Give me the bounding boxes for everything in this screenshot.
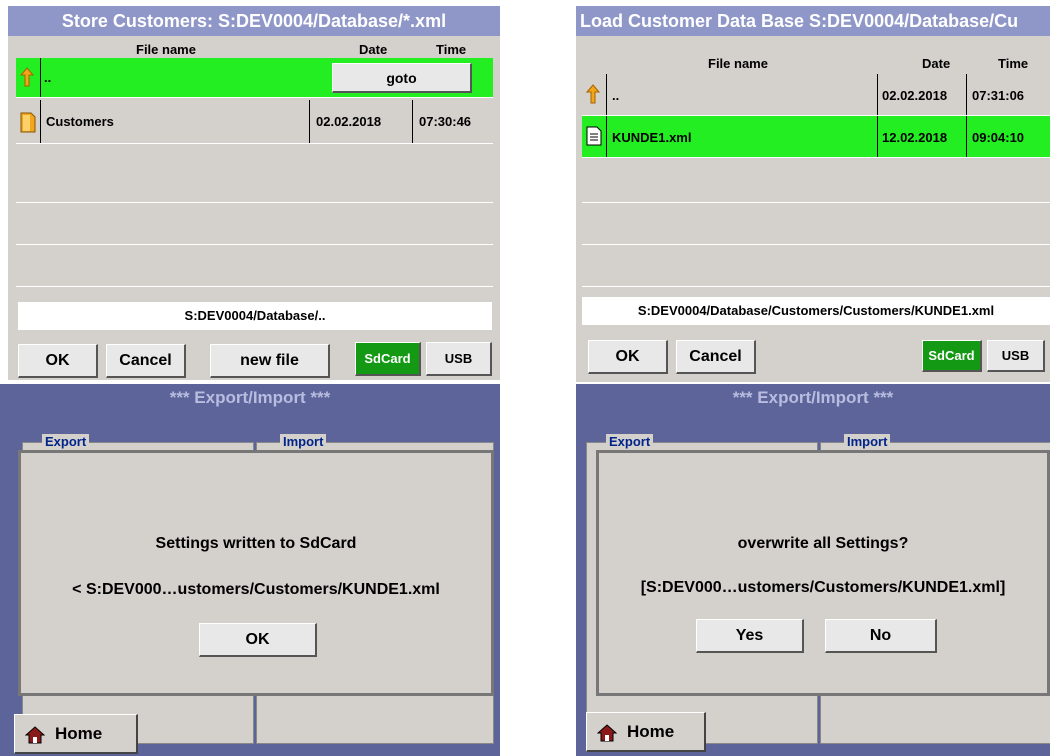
dialog-message: Settings written to SdCard <box>155 535 357 552</box>
file-row-parent[interactable]: .. 02.02.2018 07:31:06 <box>582 74 1050 116</box>
file-row-parent[interactable]: .. goto <box>16 58 493 98</box>
export-group-label: Export <box>42 434 90 449</box>
export-import-title: *** Export/Import *** <box>169 388 331 407</box>
col-header-date[interactable]: Date <box>359 42 387 57</box>
usb-button[interactable]: USB <box>987 340 1045 372</box>
col-header-time[interactable]: Time <box>436 42 466 57</box>
home-label: Home <box>55 724 103 743</box>
ok-button[interactable]: OK <box>588 340 668 374</box>
file-time: 09:04:10 <box>972 130 1025 145</box>
file-date: 02.02.2018 <box>882 88 948 103</box>
dialog-message: overwrite all Settings? <box>737 535 909 552</box>
export-import-panel-left: *** Export/Import *** Export Import Sett… <box>0 384 500 756</box>
up-arrow-icon <box>586 84 600 104</box>
col-header-date[interactable]: Date <box>922 56 950 71</box>
export-import-title: *** Export/Import *** <box>732 388 894 407</box>
file-name: Customers <box>46 114 114 129</box>
confirm-dialog: overwrite all Settings? [S:DEV000…ustome… <box>596 450 1050 696</box>
dialog-ok-button[interactable]: OK <box>199 623 317 657</box>
store-customers-panel: Store Customers: S:DEV0004/Database/*.xm… <box>8 6 500 380</box>
file-date: 02.02.2018 <box>316 114 382 129</box>
load-title: Load Customer Data Base S:DEV0004/Databa… <box>576 6 1050 36</box>
col-header-file[interactable]: File name <box>136 42 196 57</box>
import-group-label: Import <box>844 434 891 449</box>
export-group-label: Export <box>606 434 654 449</box>
cancel-button[interactable]: Cancel <box>106 344 186 378</box>
file-row-kunde1[interactable]: KUNDE1.xml 12.02.2018 09:04:10 <box>582 116 1050 158</box>
file-time: 07:30:46 <box>419 114 472 129</box>
goto-button[interactable]: goto <box>332 63 472 93</box>
home-icon <box>597 723 617 743</box>
file-time: 07:31:06 <box>972 88 1025 103</box>
import-group-label: Import <box>280 434 327 449</box>
file-date: 12.02.2018 <box>882 130 948 145</box>
current-path: S:DEV0004/Database/Customers/Customers/K… <box>582 297 1050 325</box>
home-icon <box>25 725 45 745</box>
file-row-customers[interactable]: Customers 02.02.2018 07:30:46 <box>16 100 493 144</box>
new-file-button[interactable]: new file <box>210 344 330 378</box>
load-customer-panel: Load Customer Data Base S:DEV0004/Databa… <box>576 6 1050 382</box>
col-header-file[interactable]: File name <box>708 56 768 71</box>
export-import-panel-right: *** Export/Import *** Export Import over… <box>576 384 1050 756</box>
file-name: .. <box>44 70 52 85</box>
ok-button[interactable]: OK <box>18 344 98 378</box>
file-name: .. <box>612 88 620 103</box>
folder-icon <box>19 110 37 134</box>
home-label: Home <box>627 722 675 741</box>
xml-file-icon <box>586 126 602 146</box>
dialog-path: < S:DEV000…ustomers/Customers/KUNDE1.xml <box>72 581 440 598</box>
file-name: KUNDE1.xml <box>612 130 692 145</box>
sdcard-button[interactable]: SdCard <box>922 340 982 372</box>
current-path: S:DEV0004/Database/.. <box>18 302 492 330</box>
dialog-yes-button[interactable]: Yes <box>696 619 804 653</box>
home-button[interactable]: Home <box>14 714 138 754</box>
home-button[interactable]: Home <box>586 712 706 752</box>
result-dialog: Settings written to SdCard < S:DEV000…us… <box>18 450 494 696</box>
store-title: Store Customers: S:DEV0004/Database/*.xm… <box>8 6 500 36</box>
usb-button[interactable]: USB <box>426 342 492 376</box>
dialog-path: [S:DEV000…ustomers/Customers/KUNDE1.xml] <box>640 579 1006 596</box>
up-arrow-icon <box>20 67 34 87</box>
col-header-time[interactable]: Time <box>998 56 1028 71</box>
sdcard-button[interactable]: SdCard <box>355 342 421 376</box>
cancel-button[interactable]: Cancel <box>676 340 756 374</box>
dialog-no-button[interactable]: No <box>825 619 937 653</box>
